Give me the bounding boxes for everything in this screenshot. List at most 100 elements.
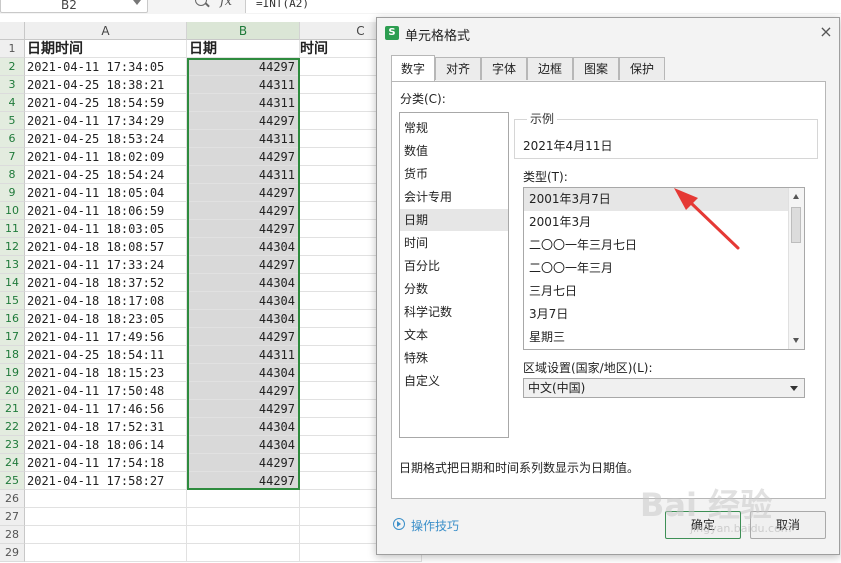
cell-date[interactable]: 44304	[187, 292, 300, 310]
cell-empty[interactable]	[25, 526, 187, 544]
row-header[interactable]: 4	[0, 94, 25, 112]
cell-date[interactable]: 44297	[187, 256, 300, 274]
cell-datetime[interactable]: 2021-04-18 17:52:31	[25, 418, 187, 436]
category-item[interactable]: 货币	[400, 163, 508, 185]
cell-datetime[interactable]: 2021-04-11 17:50:48	[25, 382, 187, 400]
formula-input[interactable]: =INT(A2)	[245, 0, 841, 13]
row-header[interactable]: 24	[0, 454, 25, 472]
chevron-down-icon[interactable]	[790, 386, 798, 391]
row-header[interactable]: 9	[0, 184, 25, 202]
cell-date[interactable]: 44297	[187, 382, 300, 400]
cell-date[interactable]: 44297	[187, 400, 300, 418]
type-item[interactable]: 2001年3月7日	[524, 188, 788, 211]
cell-datetime[interactable]: 2021-04-18 18:23:05	[25, 310, 187, 328]
type-item[interactable]: 3月7日	[524, 303, 788, 326]
row-header[interactable]: 10	[0, 202, 25, 220]
cell-datetime[interactable]: 2021-04-11 17:49:56	[25, 328, 187, 346]
scroll-up-icon[interactable]	[793, 194, 799, 199]
row-header[interactable]: 3	[0, 76, 25, 94]
cell-empty[interactable]	[187, 508, 300, 526]
row-header[interactable]: 18	[0, 346, 25, 364]
cell-date[interactable]: 44297	[187, 112, 300, 130]
cell-datetime[interactable]: 2021-04-11 17:34:29	[25, 112, 187, 130]
cell-empty[interactable]	[25, 508, 187, 526]
row-header[interactable]: 16	[0, 310, 25, 328]
cell-datetime[interactable]: 2021-04-18 18:15:23	[25, 364, 187, 382]
tab-alignment[interactable]: 对齐	[435, 57, 481, 80]
row-header[interactable]: 27	[0, 508, 25, 526]
category-item[interactable]: 特殊	[400, 347, 508, 369]
name-box[interactable]: B2	[0, 0, 148, 13]
tab-pattern[interactable]: 图案	[573, 57, 619, 80]
cell-empty[interactable]	[187, 526, 300, 544]
category-item[interactable]: 时间	[400, 232, 508, 254]
tab-protection[interactable]: 保护	[619, 57, 665, 80]
cell-datetime[interactable]: 2021-04-11 17:58:27	[25, 472, 187, 490]
cell-datetime[interactable]: 2021-04-11 18:05:04	[25, 184, 187, 202]
cell-date[interactable]: 44311	[187, 130, 300, 148]
type-list[interactable]: 2001年3月7日 2001年3月 二〇〇一年三月七日 二〇〇一年三月 三月七日 3月7日…	[523, 187, 805, 350]
row-header[interactable]: 19	[0, 364, 25, 382]
type-item[interactable]: 二〇〇一年三月	[524, 257, 788, 280]
row-header[interactable]: 29	[0, 544, 25, 562]
tips-link[interactable]: 操作技巧	[411, 517, 459, 534]
row-header[interactable]: 14	[0, 274, 25, 292]
cell-date[interactable]: 44304	[187, 418, 300, 436]
cell-empty[interactable]	[25, 544, 187, 562]
cell-datetime[interactable]: 2021-04-11 18:06:59	[25, 202, 187, 220]
cell-date[interactable]: 44297	[187, 148, 300, 166]
cell-date[interactable]: 44297	[187, 202, 300, 220]
tab-number[interactable]: 数字	[391, 55, 435, 82]
row-header[interactable]: 1	[0, 40, 25, 58]
category-item[interactable]: 百分比	[400, 255, 508, 277]
row-header[interactable]: 6	[0, 130, 25, 148]
cell-datetime[interactable]: 2021-04-11 18:02:09	[25, 148, 187, 166]
category-item[interactable]: 会计专用	[400, 186, 508, 208]
cell-date[interactable]: 44297	[187, 184, 300, 202]
row-header[interactable]: 22	[0, 418, 25, 436]
cell-datetime[interactable]: 2021-04-25 18:38:21	[25, 76, 187, 94]
type-list-scrollbar[interactable]	[788, 188, 804, 349]
cell-datetime[interactable]: 2021-04-25 18:54:24	[25, 166, 187, 184]
play-circle-icon[interactable]	[393, 518, 405, 530]
row-header[interactable]: 23	[0, 436, 25, 454]
cell-datetime[interactable]: 2021-04-11 17:33:24	[25, 256, 187, 274]
row-header[interactable]: 25	[0, 472, 25, 490]
cell-date[interactable]: 44304	[187, 238, 300, 256]
cell-empty[interactable]	[187, 544, 300, 562]
category-item[interactable]: 分数	[400, 278, 508, 300]
fx-icon[interactable]: fx	[220, 0, 232, 9]
cell-empty[interactable]	[187, 490, 300, 508]
cell-datetime[interactable]: 2021-04-11 17:54:18	[25, 454, 187, 472]
cell-datetime[interactable]: 2021-04-11 17:46:56	[25, 400, 187, 418]
cell-empty[interactable]	[25, 490, 187, 508]
cell-date[interactable]: 44304	[187, 364, 300, 382]
row-header[interactable]: 11	[0, 220, 25, 238]
type-item[interactable]: 二〇〇一年三月七日	[524, 234, 788, 257]
row-header[interactable]: 2	[0, 58, 25, 76]
category-list[interactable]: 常规 数值 货币 会计专用 日期 时间 百分比 分数 科学记数 文本 特殊 自定义	[399, 112, 509, 438]
cell-date[interactable]: 44297	[187, 454, 300, 472]
cell-datetime[interactable]: 2021-04-18 18:06:14	[25, 436, 187, 454]
cell-datetime[interactable]: 2021-04-11 18:03:05	[25, 220, 187, 238]
locale-select[interactable]: 中文(中国)	[523, 378, 805, 398]
chevron-down-icon[interactable]	[133, 0, 141, 5]
row-header[interactable]: 8	[0, 166, 25, 184]
cancel-button[interactable]: 取消	[750, 511, 826, 539]
row-header[interactable]: 7	[0, 148, 25, 166]
row-header[interactable]: 15	[0, 292, 25, 310]
cell-date[interactable]: 44311	[187, 166, 300, 184]
cell-b1[interactable]: 日期	[187, 40, 300, 58]
type-item[interactable]: 2001年3月	[524, 211, 788, 234]
row-header[interactable]: 17	[0, 328, 25, 346]
tab-font[interactable]: 字体	[481, 57, 527, 80]
category-item[interactable]: 数值	[400, 140, 508, 162]
category-item[interactable]: 科学记数	[400, 301, 508, 323]
zoom-icon[interactable]	[195, 0, 207, 6]
scroll-down-icon[interactable]	[793, 338, 799, 343]
category-item[interactable]: 自定义	[400, 370, 508, 392]
cell-datetime[interactable]: 2021-04-18 18:37:52	[25, 274, 187, 292]
cell-datetime[interactable]: 2021-04-18 18:17:08	[25, 292, 187, 310]
type-item[interactable]: 三月七日	[524, 280, 788, 303]
row-header[interactable]: 5	[0, 112, 25, 130]
